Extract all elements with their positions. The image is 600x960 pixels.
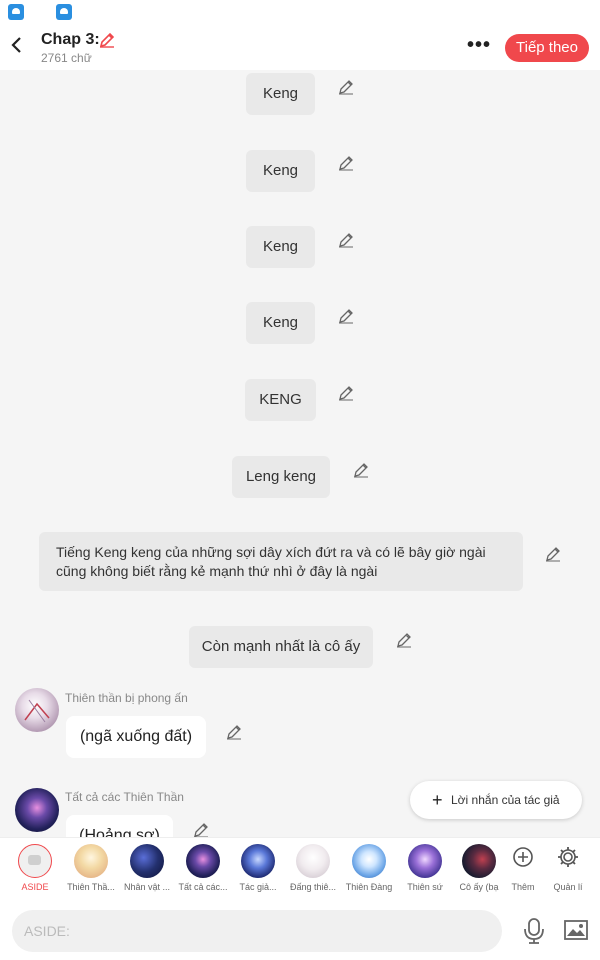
dialogue-bubble[interactable]: (ngã xuống đất): [66, 716, 206, 758]
character-item[interactable]: Tất cả các...: [176, 844, 230, 892]
back-arrow-icon[interactable]: [10, 36, 30, 58]
more-options-icon[interactable]: •••: [467, 34, 497, 58]
edit-icon[interactable]: [338, 308, 354, 324]
avatar: [186, 844, 220, 878]
edit-icon[interactable]: [353, 462, 369, 478]
top-bar: Chap 3: 2761 chữ ••• Tiếp theo: [0, 26, 600, 70]
aside-bubble[interactable]: Keng: [246, 302, 315, 344]
avatar: [74, 844, 108, 878]
character-item[interactable]: Thiên Thầ...: [64, 844, 118, 892]
character-name: Tất cả các...: [178, 882, 228, 892]
character-name: Thiên Đàng: [345, 882, 393, 892]
edit-icon[interactable]: [545, 546, 561, 562]
compose-bar: [0, 901, 600, 960]
edit-icon[interactable]: [338, 79, 354, 95]
word-count: 2761 chữ: [41, 51, 92, 65]
edit-icon[interactable]: [396, 632, 412, 648]
avatar[interactable]: [15, 688, 59, 732]
avatar: [408, 844, 442, 878]
app-notification-icon: [56, 4, 72, 20]
character-item[interactable]: Nhân vật ...: [120, 844, 174, 892]
aside-input[interactable]: [12, 910, 502, 952]
character-item[interactable]: Tác giả...: [231, 844, 285, 892]
aside-bubble[interactable]: Leng keng: [232, 456, 330, 498]
avatar: [130, 844, 164, 878]
image-icon[interactable]: [563, 919, 589, 941]
avatar: [462, 844, 496, 878]
aside-bubble[interactable]: KENG: [245, 379, 316, 421]
author-note-label: Lời nhắn của tác giả: [451, 793, 560, 807]
aside-bubble[interactable]: Keng: [246, 226, 315, 268]
app-notification-icon: [8, 4, 24, 20]
character-name: Đấng thiê...: [289, 882, 337, 892]
speaker-name: Thiên thần bị phong ấn: [65, 691, 188, 705]
microphone-icon[interactable]: [522, 917, 546, 945]
author-note-button[interactable]: + Lời nhắn của tác giả: [410, 781, 582, 819]
manage-label: Quản lí: [553, 882, 583, 892]
character-name: Tác giả...: [239, 882, 277, 892]
avatar: [352, 844, 386, 878]
plus-icon: +: [432, 790, 443, 810]
speaker-name: Tất cả các Thiên Thần: [65, 790, 184, 804]
story-content: Keng Keng Keng Keng KENG Leng keng Tiếng…: [0, 70, 600, 837]
aside-bubble[interactable]: Còn mạnh nhất là cô ấy: [189, 626, 373, 668]
aside-icon: [18, 844, 52, 878]
dialogue-bubble[interactable]: (Hoảng sợ): [66, 815, 173, 837]
character-name: ASIDE: [21, 882, 49, 892]
edit-icon[interactable]: [338, 155, 354, 171]
character-aside[interactable]: ASIDE: [8, 844, 62, 892]
chapter-title[interactable]: Chap 3:: [41, 31, 100, 49]
status-bar: [0, 0, 600, 26]
aside-bubble[interactable]: Keng: [246, 150, 315, 192]
next-chapter-button[interactable]: Tiếp theo: [505, 34, 589, 62]
add-circle-icon: [506, 844, 540, 878]
character-name: Thiên Thầ...: [67, 882, 115, 892]
avatar: [241, 844, 275, 878]
avatar: [296, 844, 330, 878]
aside-bubble[interactable]: Keng: [246, 73, 315, 115]
edit-icon[interactable]: [226, 724, 242, 740]
gear-icon: [551, 844, 585, 878]
edit-icon[interactable]: [338, 232, 354, 248]
edit-icon[interactable]: [193, 822, 209, 837]
avatar[interactable]: [15, 788, 59, 832]
character-item[interactable]: Thiên sứ: [398, 844, 452, 892]
character-name: Thiên sứ: [407, 882, 443, 892]
pencil-icon[interactable]: [98, 31, 116, 49]
character-item[interactable]: Đấng thiê...: [286, 844, 340, 892]
character-item[interactable]: Thiên Đàng: [342, 844, 396, 892]
aside-bubble[interactable]: Tiếng Keng keng của những sợi dây xích đ…: [39, 532, 523, 591]
manage-button[interactable]: Quản lí: [542, 844, 594, 892]
edit-icon[interactable]: [338, 385, 354, 401]
character-bar: ASIDE Thiên Thầ... Nhân vật ... Tất cả c…: [0, 837, 600, 902]
character-name: Nhân vật ...: [123, 882, 171, 892]
